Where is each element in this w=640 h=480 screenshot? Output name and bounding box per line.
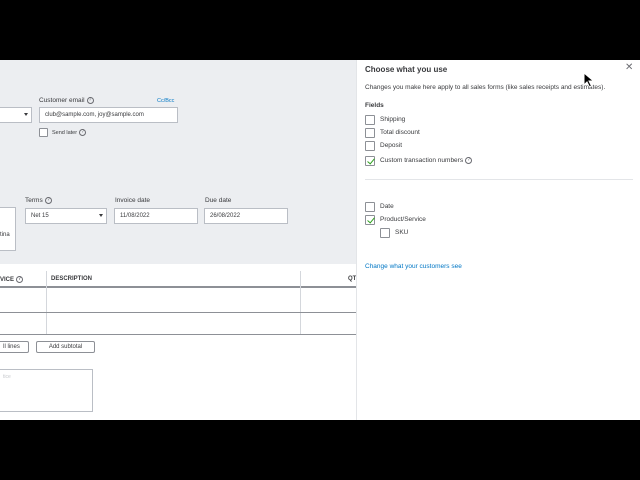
option-label: Product/Service bbox=[380, 216, 426, 223]
billing-address-field[interactable]: tina bbox=[0, 207, 16, 251]
app-screen: Customer email? Cc/Bcc club@sample.com, … bbox=[0, 60, 640, 420]
memo-placeholder: tice bbox=[3, 374, 11, 380]
due-date-field[interactable]: 26/08/2022 bbox=[204, 208, 288, 224]
add-subtotal-button[interactable]: Add subtotal bbox=[36, 341, 95, 353]
customer-email-field[interactable]: club@sample.com, joy@sample.com bbox=[39, 107, 178, 123]
chevron-down-icon bbox=[24, 113, 28, 116]
mouse-pointer-icon bbox=[583, 72, 595, 88]
sku-checkbox[interactable] bbox=[380, 228, 390, 238]
address-fragment: tina bbox=[0, 232, 10, 238]
column-divider bbox=[300, 271, 301, 335]
customer-email-label: Customer email? bbox=[39, 97, 94, 104]
option-label: Total discount bbox=[380, 129, 420, 136]
terms-value: Net 15 bbox=[31, 213, 49, 219]
option-label: SKU bbox=[395, 229, 409, 236]
invoice-date-label: Invoice date bbox=[115, 197, 151, 204]
col-qty-header: QT bbox=[348, 276, 356, 282]
letterbox-top bbox=[0, 0, 640, 60]
letterbox-bottom bbox=[0, 420, 640, 480]
change-customer-view-link[interactable]: Change what your customers see bbox=[365, 263, 462, 270]
shipping-checkbox[interactable] bbox=[365, 115, 375, 125]
col-service-text: VICE bbox=[0, 277, 15, 284]
custom-transaction-numbers-checkbox[interactable] bbox=[365, 156, 375, 166]
col-description-header: DESCRIPTION bbox=[51, 276, 93, 282]
close-icon[interactable]: ✕ bbox=[625, 63, 633, 73]
option-label: Deposit bbox=[380, 142, 403, 149]
help-icon[interactable]: ? bbox=[86, 97, 94, 104]
clear-lines-button[interactable]: ll lines bbox=[0, 341, 29, 353]
option-label: Custom transaction numbers? bbox=[380, 157, 473, 165]
chevron-down-icon bbox=[99, 214, 103, 217]
deposit-checkbox[interactable] bbox=[365, 141, 375, 151]
terms-label-text: Terms bbox=[25, 197, 43, 205]
invoice-header: Customer email? Cc/Bcc club@sample.com, … bbox=[0, 60, 356, 264]
column-divider bbox=[46, 271, 47, 335]
help-icon[interactable]: ? bbox=[79, 129, 87, 136]
panel-description: Changes you make here apply to all sales… bbox=[365, 84, 606, 91]
message-on-invoice-field[interactable]: tice bbox=[0, 369, 93, 412]
panel-title: Choose what you use bbox=[365, 65, 448, 74]
date-checkbox[interactable] bbox=[365, 202, 375, 212]
customize-panel: Choose what you use ✕ Changes you make h… bbox=[356, 60, 640, 420]
fields-heading: Fields bbox=[365, 102, 384, 109]
customer-select[interactable] bbox=[0, 107, 32, 123]
total-discount-checkbox[interactable] bbox=[365, 128, 375, 138]
col-service-header: VICE? bbox=[0, 276, 24, 284]
customer-email-label-text: Customer email bbox=[39, 97, 85, 105]
table-row[interactable] bbox=[0, 334, 356, 335]
terms-select[interactable]: Net 15 bbox=[25, 208, 107, 224]
help-icon[interactable]: ? bbox=[16, 276, 24, 283]
help-icon[interactable]: ? bbox=[465, 157, 473, 164]
send-later-text: Send later bbox=[52, 129, 78, 136]
option-label: Date bbox=[380, 203, 394, 210]
send-later-checkbox[interactable] bbox=[39, 128, 48, 137]
send-later-label: Send later? bbox=[52, 129, 87, 136]
section-divider bbox=[365, 179, 633, 180]
invoice-date-field[interactable]: 11/08/2022 bbox=[114, 208, 198, 224]
cc-bcc-link[interactable]: Cc/Bcc bbox=[157, 98, 174, 104]
line-items-table-header: VICE? DESCRIPTION QT bbox=[0, 271, 356, 288]
option-label: Shipping bbox=[380, 116, 406, 123]
option-label-text: Custom transaction numbers bbox=[380, 157, 464, 165]
terms-label: Terms? bbox=[25, 197, 52, 204]
table-row[interactable] bbox=[0, 312, 356, 313]
invoice-form: Customer email? Cc/Bcc club@sample.com, … bbox=[0, 60, 356, 420]
help-icon[interactable]: ? bbox=[44, 197, 52, 204]
product-service-checkbox[interactable] bbox=[365, 215, 375, 225]
due-date-label: Due date bbox=[205, 197, 232, 204]
